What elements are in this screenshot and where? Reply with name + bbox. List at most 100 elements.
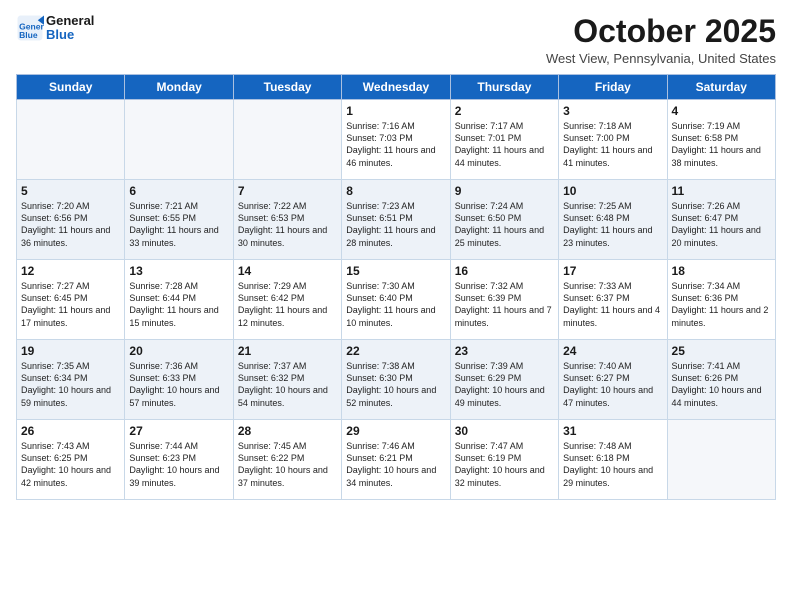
day-number: 24 [563, 344, 662, 358]
calendar-cell: 11Sunrise: 7:26 AM Sunset: 6:47 PM Dayli… [667, 180, 775, 260]
header: General Blue General Blue October 2025 W… [16, 14, 776, 66]
day-number: 31 [563, 424, 662, 438]
day-number: 18 [672, 264, 771, 278]
cell-info: Sunrise: 7:45 AM Sunset: 6:22 PM Dayligh… [238, 440, 337, 489]
calendar-cell: 25 Sunrise: 7:41 AM Sunset: 6:26 PM Dayli… [667, 340, 775, 420]
col-thursday: Thursday [450, 75, 558, 100]
day-number: 7 [238, 184, 337, 198]
cell-info: Sunrise: 7:32 AM Sunset: 6:39 PM Dayligh… [455, 280, 554, 329]
calendar-cell: 28 Sunrise: 7:45 AM Sunset: 6:22 PM Dayli… [233, 420, 341, 500]
logo-icon: General Blue [16, 14, 44, 42]
calendar-cell: 7 Sunrise: 7:22 AM Sunset: 6:53 PM Daylig… [233, 180, 341, 260]
day-number: 1 [346, 104, 445, 118]
page: General Blue General Blue October 2025 W… [0, 0, 792, 612]
cell-info: Sunrise: 7:44 AM Sunset: 6:23 PM Dayligh… [129, 440, 228, 489]
calendar-cell: 12Sunrise: 7:27 AM Sunset: 6:45 PM Dayli… [17, 260, 125, 340]
cell-info: Sunrise: 7:30 AM Sunset: 6:40 PM Dayligh… [346, 280, 445, 329]
calendar-cell: 29 Sunrise: 7:46 AM Sunset: 6:21 PM Dayli… [342, 420, 450, 500]
day-number: 15 [346, 264, 445, 278]
day-number: 14 [238, 264, 337, 278]
day-number: 20 [129, 344, 228, 358]
logo: General Blue General Blue [16, 14, 94, 43]
calendar-cell: 10Sunrise: 7:25 AM Sunset: 6:48 PM Dayli… [559, 180, 667, 260]
day-number: 4 [672, 104, 771, 118]
cell-info: Sunrise: 7:20 AM Sunset: 6:56 PM Dayligh… [21, 200, 120, 249]
calendar-cell: 23 Sunrise: 7:39 AM Sunset: 6:29 PM Dayli… [450, 340, 558, 420]
day-number: 16 [455, 264, 554, 278]
cell-info: Sunrise: 7:27 AM Sunset: 6:45 PM Dayligh… [21, 280, 120, 329]
calendar-cell: 16 Sunrise: 7:32 AM Sunset: 6:39 PM Dayli… [450, 260, 558, 340]
calendar-cell: 9 Sunrise: 7:24 AM Sunset: 6:50 PM Daylig… [450, 180, 558, 260]
calendar-cell: 26 Sunrise: 7:43 AM Sunset: 6:25 PM Dayli… [17, 420, 125, 500]
day-number: 25 [672, 344, 771, 358]
day-number: 9 [455, 184, 554, 198]
calendar-cell: 24Sunrise: 7:40 AM Sunset: 6:27 PM Dayli… [559, 340, 667, 420]
day-number: 27 [129, 424, 228, 438]
day-number: 11 [672, 184, 771, 198]
cell-info: Sunrise: 7:46 AM Sunset: 6:21 PM Dayligh… [346, 440, 445, 489]
day-number: 8 [346, 184, 445, 198]
day-number: 5 [21, 184, 120, 198]
logo-line1: General [46, 14, 94, 28]
day-number: 2 [455, 104, 554, 118]
cell-info: Sunrise: 7:17 AM Sunset: 7:01 PM Dayligh… [455, 120, 554, 169]
col-tuesday: Tuesday [233, 75, 341, 100]
day-number: 19 [21, 344, 120, 358]
cell-info: Sunrise: 7:38 AM Sunset: 6:30 PM Dayligh… [346, 360, 445, 409]
day-number: 29 [346, 424, 445, 438]
cell-info: Sunrise: 7:24 AM Sunset: 6:50 PM Dayligh… [455, 200, 554, 249]
calendar-cell: 18 Sunrise: 7:34 AM Sunset: 6:36 PM Dayli… [667, 260, 775, 340]
cell-info: Sunrise: 7:36 AM Sunset: 6:33 PM Dayligh… [129, 360, 228, 409]
title-block: October 2025 West View, Pennsylvania, Un… [546, 14, 776, 66]
location-subtitle: West View, Pennsylvania, United States [546, 51, 776, 66]
cell-info: Sunrise: 7:16 AM Sunset: 7:03 PM Dayligh… [346, 120, 445, 169]
calendar-cell: 14 Sunrise: 7:29 AM Sunset: 6:42 PM Dayli… [233, 260, 341, 340]
day-number: 10 [563, 184, 662, 198]
day-number: 26 [21, 424, 120, 438]
calendar-cell: 13 Sunrise: 7:28 AM Sunset: 6:44 PM Dayli… [125, 260, 233, 340]
calendar-cell: 27 Sunrise: 7:44 AM Sunset: 6:23 PM Dayli… [125, 420, 233, 500]
calendar-cell [233, 100, 341, 180]
col-saturday: Saturday [667, 75, 775, 100]
calendar-cell: 1 Sunrise: 7:16 AM Sunset: 7:03 PM Daylig… [342, 100, 450, 180]
day-number: 3 [563, 104, 662, 118]
cell-info: Sunrise: 7:48 AM Sunset: 6:18 PM Dayligh… [563, 440, 662, 489]
calendar-cell: 21 Sunrise: 7:37 AM Sunset: 6:32 PM Dayli… [233, 340, 341, 420]
cell-info: Sunrise: 7:22 AM Sunset: 6:53 PM Dayligh… [238, 200, 337, 249]
cell-info: Sunrise: 7:34 AM Sunset: 6:36 PM Dayligh… [672, 280, 771, 329]
cell-info: Sunrise: 7:41 AM Sunset: 6:26 PM Dayligh… [672, 360, 771, 409]
calendar-header-row: Sunday Monday Tuesday Wednesday Thursday… [17, 75, 776, 100]
calendar-cell: 20 Sunrise: 7:36 AM Sunset: 6:33 PM Dayli… [125, 340, 233, 420]
cell-info: Sunrise: 7:18 AM Sunset: 7:00 PM Dayligh… [563, 120, 662, 169]
day-number: 13 [129, 264, 228, 278]
calendar-cell: 15 Sunrise: 7:30 AM Sunset: 6:40 PM Dayli… [342, 260, 450, 340]
day-number: 6 [129, 184, 228, 198]
calendar-cell: 17 Sunrise: 7:33 AM Sunset: 6:37 PM Dayli… [559, 260, 667, 340]
cell-info: Sunrise: 7:28 AM Sunset: 6:44 PM Dayligh… [129, 280, 228, 329]
col-monday: Monday [125, 75, 233, 100]
col-friday: Friday [559, 75, 667, 100]
day-number: 28 [238, 424, 337, 438]
cell-info: Sunrise: 7:37 AM Sunset: 6:32 PM Dayligh… [238, 360, 337, 409]
month-title: October 2025 [546, 14, 776, 49]
cell-info: Sunrise: 7:33 AM Sunset: 6:37 PM Dayligh… [563, 280, 662, 329]
cell-info: Sunrise: 7:43 AM Sunset: 6:25 PM Dayligh… [21, 440, 120, 489]
calendar-cell: 4Sunrise: 7:19 AM Sunset: 6:58 PM Daylig… [667, 100, 775, 180]
calendar-cell [17, 100, 125, 180]
calendar-cell: 3 Sunrise: 7:18 AM Sunset: 7:00 PM Daylig… [559, 100, 667, 180]
day-number: 21 [238, 344, 337, 358]
day-number: 17 [563, 264, 662, 278]
day-number: 30 [455, 424, 554, 438]
calendar-cell: 31 Sunrise: 7:48 AM Sunset: 6:18 PM Dayli… [559, 420, 667, 500]
calendar-cell [125, 100, 233, 180]
calendar-cell: 19Sunrise: 7:35 AM Sunset: 6:34 PM Dayli… [17, 340, 125, 420]
col-wednesday: Wednesday [342, 75, 450, 100]
cell-info: Sunrise: 7:39 AM Sunset: 6:29 PM Dayligh… [455, 360, 554, 409]
day-number: 23 [455, 344, 554, 358]
svg-text:Blue: Blue [19, 30, 38, 40]
cell-info: Sunrise: 7:23 AM Sunset: 6:51 PM Dayligh… [346, 200, 445, 249]
calendar-cell: 2 Sunrise: 7:17 AM Sunset: 7:01 PM Daylig… [450, 100, 558, 180]
cell-info: Sunrise: 7:21 AM Sunset: 6:55 PM Dayligh… [129, 200, 228, 249]
cell-info: Sunrise: 7:29 AM Sunset: 6:42 PM Dayligh… [238, 280, 337, 329]
calendar-cell: 5 Sunrise: 7:20 AM Sunset: 6:56 PM Daylig… [17, 180, 125, 260]
